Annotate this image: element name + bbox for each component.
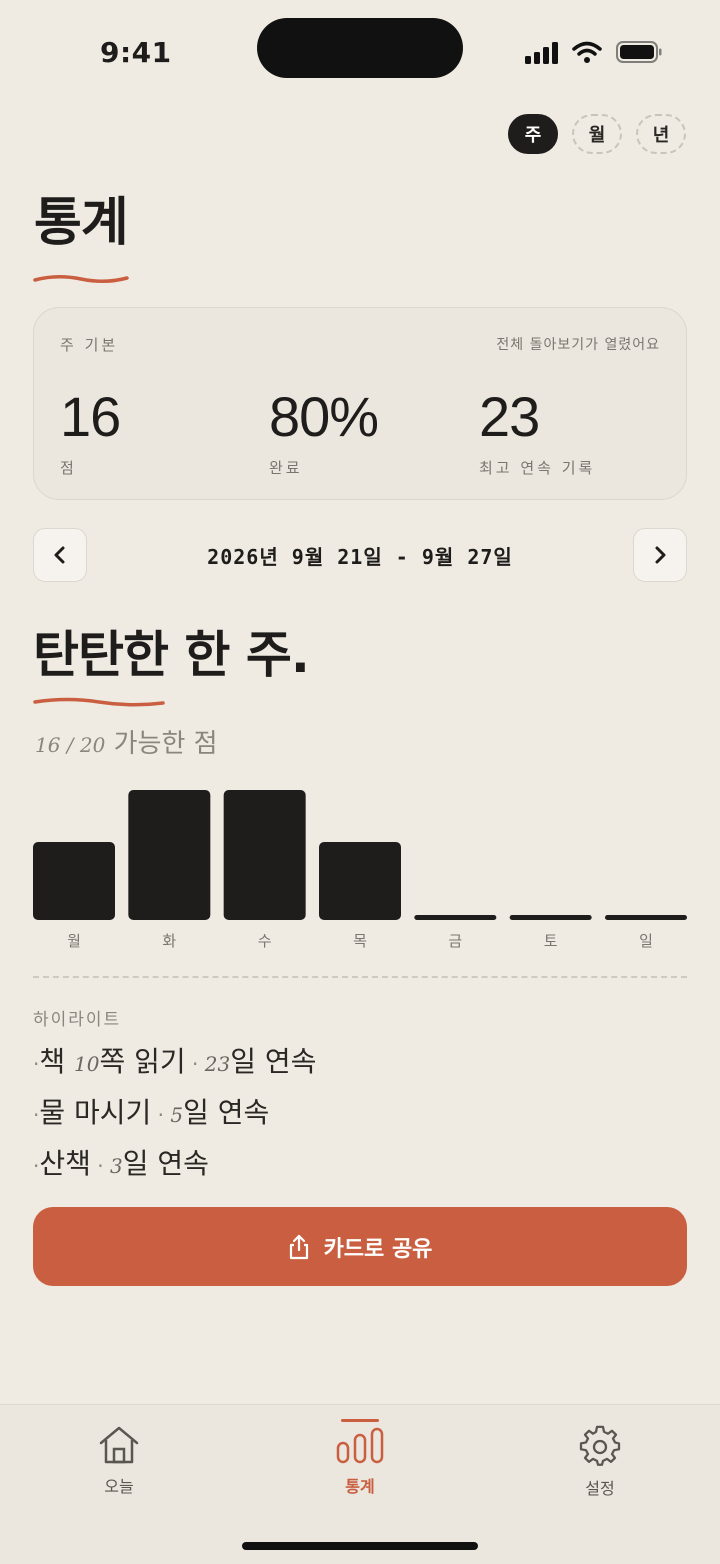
score-earned: 16 [35, 733, 61, 757]
tab-bar: 오늘 통계 설정 [0, 1404, 720, 1564]
week-headline: 탄탄한 한 주. [33, 626, 310, 684]
highlight-item: ·산책 · 3일 연속 [33, 1142, 316, 1193]
summary-label: 주 기본 [60, 336, 119, 354]
period-week-button[interactable]: 주 [508, 114, 558, 154]
status-time: 9:41 [100, 36, 172, 69]
streak-text: 일 연속 [183, 1096, 270, 1129]
score-possible: 20 [79, 733, 106, 757]
active-tab-indicator [341, 1419, 379, 1422]
streak-text: 일 연속 [230, 1045, 317, 1078]
highlight-name: 책 [39, 1045, 75, 1078]
day-label: 수 [258, 932, 272, 950]
highlight-count: 10 [74, 1052, 100, 1076]
chevron-right-icon [655, 546, 666, 564]
headline-underline [33, 697, 165, 707]
period-year-button[interactable]: 년 [636, 114, 686, 154]
share-icon [289, 1234, 308, 1259]
stat-caption: 완료 [269, 459, 303, 477]
separator: · [90, 1154, 110, 1178]
tab-settings[interactable]: 설정 [540, 1425, 660, 1499]
stat-best-streak: 23 최고 연속 기록 [479, 384, 595, 478]
highlight-item: ·책 10쪽 읽기 · 23일 연속 [33, 1040, 316, 1091]
dynamic-island [257, 18, 463, 78]
bar-4 [414, 915, 497, 920]
highlight-item: ·물 마시기 · 5일 연속 [33, 1091, 316, 1142]
cellular-signal-icon [525, 40, 558, 64]
day-label: 목 [353, 932, 367, 950]
stat-caption: 점 [60, 459, 77, 477]
highlights-list: ·책 10쪽 읽기 · 23일 연속 ·물 마시기 · 5일 연속 ·산책 · … [33, 1040, 316, 1193]
divider [33, 976, 687, 978]
bar-2 [223, 790, 306, 920]
battery-icon [616, 41, 662, 63]
highlight-name-rest: 쪽 읽기 [99, 1045, 186, 1078]
next-week-button[interactable] [633, 528, 687, 582]
home-icon [99, 1426, 139, 1464]
summary-note: 전체 돌아보기가 열렸어요 [496, 337, 660, 353]
wifi-icon [572, 41, 602, 63]
gear-icon [579, 1425, 621, 1466]
stat-value: 23 [479, 385, 540, 448]
stat-value: 16 [60, 385, 121, 448]
stat-completion: 80% 완료 [269, 384, 379, 478]
bar-chart-icon [336, 1427, 384, 1464]
bar-3 [319, 842, 401, 920]
day-label: 일 [639, 932, 653, 950]
score-summary: 16 / 20 가능한 점 [35, 723, 218, 760]
bar-6 [605, 915, 687, 920]
title-underline [33, 275, 129, 283]
tab-stats[interactable]: 통계 [300, 1425, 420, 1497]
day-label: 화 [162, 932, 176, 950]
streak-number: 5 [170, 1103, 184, 1127]
separator: · [151, 1103, 171, 1127]
stat-caption: 최고 연속 기록 [479, 459, 596, 477]
streak-number: 3 [109, 1154, 123, 1178]
score-suffix: 가능한 점 [105, 729, 218, 759]
day-label: 토 [544, 932, 558, 950]
tab-label: 설정 [585, 1479, 615, 1498]
summary-card: 주 기본 전체 돌아보기가 열렸어요 16 점 80% 완료 23 최고 연속 … [33, 307, 687, 500]
bar-1 [128, 790, 211, 920]
page-title: 통계 [34, 193, 129, 253]
highlight-name: 산책 [39, 1147, 91, 1180]
period-month-button[interactable]: 월 [572, 114, 622, 154]
day-label: 금 [448, 932, 462, 950]
highlights-title: 하이라이트 [33, 1010, 122, 1030]
streak-number: 23 [204, 1052, 231, 1076]
date-range: 2026년 9월 21일 - 9월 27일 [207, 545, 513, 569]
highlight-name: 물 마시기 [39, 1096, 152, 1129]
bar-0 [33, 842, 115, 920]
period-selector: 주 월 년 [508, 114, 686, 154]
status-icons [525, 40, 662, 64]
share-label: 카드로 공유 [323, 1236, 433, 1262]
score-separator: / [60, 733, 80, 757]
tab-label: 오늘 [104, 1477, 134, 1496]
tab-today[interactable]: 오늘 [59, 1425, 179, 1497]
separator: · [185, 1052, 205, 1076]
share-card-button[interactable]: 카드로 공유 [33, 1207, 687, 1286]
bar-5 [509, 915, 592, 920]
weekly-bar-chart: 월화수목금토일 [33, 780, 687, 950]
stat-value: 80% [269, 385, 379, 448]
stat-points: 16 점 [60, 384, 121, 478]
streak-text: 일 연속 [122, 1147, 209, 1180]
day-label: 월 [67, 932, 81, 950]
tab-label: 통계 [345, 1477, 375, 1496]
home-indicator [242, 1542, 478, 1550]
